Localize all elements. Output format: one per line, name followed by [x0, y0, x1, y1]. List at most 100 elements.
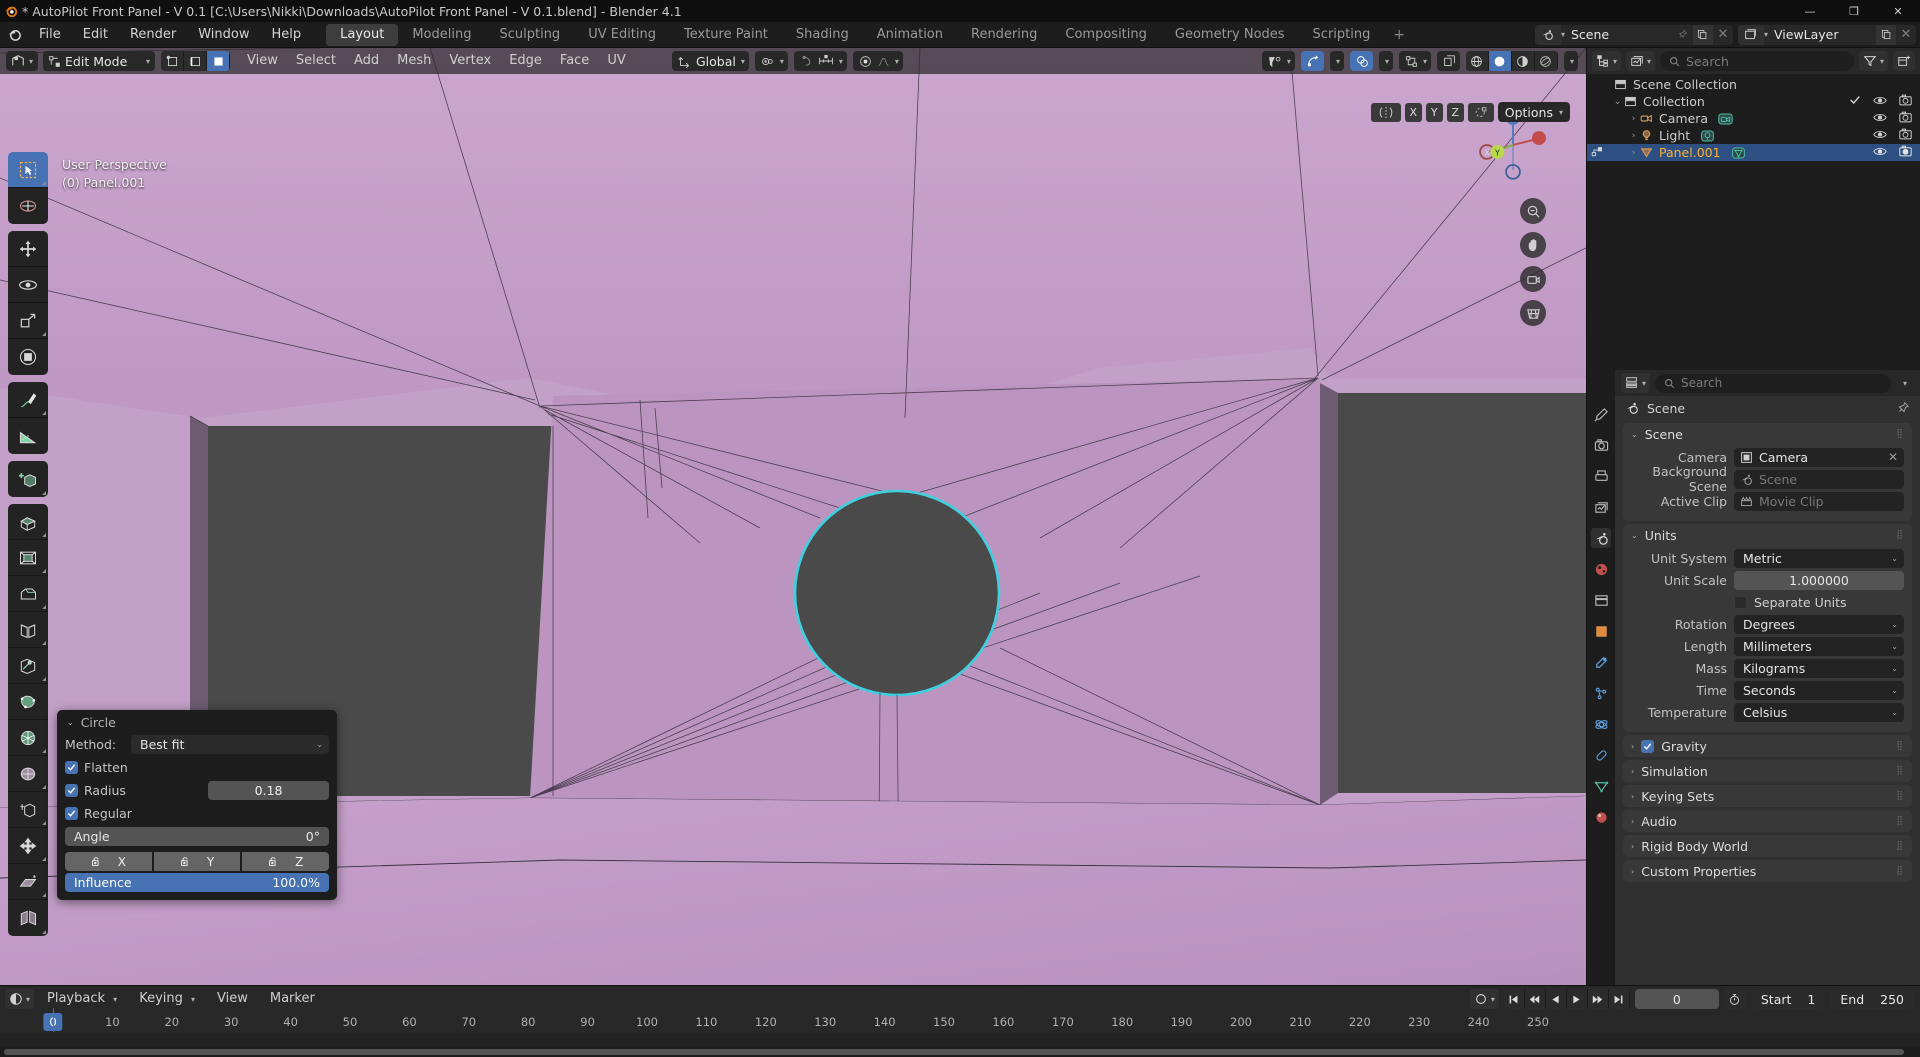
hide-in-viewport-icon[interactable] — [1873, 128, 1887, 143]
workspace-tab-scripting[interactable]: Scripting — [1299, 24, 1385, 46]
toggle-xray-button[interactable] — [1436, 51, 1460, 71]
auto-merge-icon[interactable] — [1467, 102, 1494, 122]
gravity-checkbox[interactable] — [1641, 739, 1655, 753]
camera-view-icon[interactable] — [1520, 266, 1546, 292]
edge-select-button[interactable] — [184, 51, 208, 71]
move-tool-button[interactable] — [8, 231, 48, 267]
face-select-button[interactable] — [207, 51, 231, 71]
mirror-y-button[interactable]: Y — [1425, 102, 1443, 122]
viewport-menu-view[interactable]: View — [238, 48, 287, 74]
menu-window[interactable]: Window — [187, 22, 260, 48]
method-dropdown[interactable]: Best fit ⌄ — [131, 734, 329, 754]
operator-redo-panel[interactable]: ⌄ Circle Method: Best fit ⌄ Flatten Radi… — [57, 710, 337, 900]
properties-editor-type-button[interactable]: ▾ — [1621, 373, 1651, 393]
visibility-selector[interactable]: ▾ — [1261, 51, 1295, 71]
mirror-z-button[interactable]: Z — [1446, 102, 1464, 122]
viewport-menu-select[interactable]: Select — [287, 48, 345, 74]
mirror-x-button[interactable]: X — [1404, 102, 1422, 122]
disable-in-renders-icon[interactable] — [1899, 145, 1912, 160]
pin-scene-icon[interactable] — [1672, 24, 1693, 45]
radius-value-field[interactable]: 0.18 — [208, 780, 329, 800]
smooth-tool-button[interactable] — [8, 756, 48, 792]
scene-panel-header[interactable]: ⌄ Scene ⣿ — [1623, 423, 1912, 445]
simulation-expand-icon[interactable]: › — [1631, 767, 1634, 776]
maximize-button[interactable]: ❐ — [1832, 0, 1876, 22]
outliner-editor-type-button[interactable]: ▾ — [1592, 51, 1622, 71]
material-preview-shading-button[interactable] — [1511, 51, 1535, 71]
operator-panel-header[interactable]: ⌄ Circle — [57, 710, 337, 734]
workspace-tab-texture-paint[interactable]: Texture Paint — [670, 24, 782, 46]
viewport-menu-face[interactable]: Face — [551, 48, 598, 74]
properties-tab-scene[interactable] — [1591, 528, 1611, 548]
gravity-expand-icon[interactable]: › — [1631, 742, 1634, 751]
shrink-fatten-tool-button[interactable] — [8, 828, 48, 864]
properties-tab-collection[interactable] — [1591, 590, 1611, 610]
jump-to-start-button[interactable] — [1504, 989, 1525, 1009]
outliner-row-camera[interactable]: › Camera — [1587, 110, 1920, 127]
timeline-menu-keying[interactable]: Keying ▾ — [130, 986, 204, 1012]
vertex-select-button[interactable] — [161, 51, 185, 71]
properties-tab-render[interactable] — [1591, 435, 1611, 455]
minimize-button[interactable]: — — [1788, 0, 1832, 22]
disable-in-renders-icon[interactable] — [1899, 94, 1912, 109]
properties-tab-tool[interactable] — [1591, 404, 1611, 424]
timeline-editor-type-button[interactable]: ▾ — [5, 989, 35, 1009]
workspace-tab-modeling[interactable]: Modeling — [398, 24, 485, 46]
outliner-row-light[interactable]: › Light — [1587, 127, 1920, 144]
length-dropdown[interactable]: Millimeters ⌄ — [1734, 636, 1904, 656]
menu-help[interactable]: Help — [261, 22, 313, 48]
background-scene-field[interactable]: Scene — [1734, 469, 1904, 489]
properties-tab-modifier[interactable] — [1591, 652, 1611, 672]
rip-region-tool-button[interactable] — [8, 900, 48, 936]
start-frame-field[interactable]: Start 1 — [1750, 989, 1826, 1009]
properties-tab-world[interactable] — [1591, 559, 1611, 579]
timeline-menu-playback[interactable]: Playback ▾ — [38, 986, 126, 1012]
properties-editor[interactable]: ▾ Search ▾ Scene ⌄ Scene ⣿ Camera Camera… — [1586, 370, 1920, 985]
camera-data-icon[interactable] — [1718, 112, 1733, 126]
current-frame-field[interactable]: 0 — [1634, 989, 1719, 1009]
workspace-tab-shading[interactable]: Shading — [782, 24, 863, 46]
poly-build-tool-button[interactable] — [8, 684, 48, 720]
editor-type-selector[interactable]: ▾ — [6, 51, 39, 71]
separate-units-checkbox[interactable] — [1734, 595, 1747, 609]
xray-toggle[interactable]: ▾ — [1398, 51, 1431, 71]
3d-viewport[interactable]: ▾ Edit Mode ▾ View Select Add Mesh Verte… — [0, 48, 1586, 985]
properties-tab-output[interactable] — [1591, 466, 1611, 486]
expand-light-icon[interactable]: › — [1627, 131, 1640, 141]
transform-orientation-selector[interactable]: Global ▾ — [672, 51, 749, 71]
outliner-filter-button[interactable]: ▾ — [1858, 51, 1888, 71]
loop-cut-tool-button[interactable] — [8, 612, 48, 648]
expand-camera-icon[interactable]: › — [1627, 114, 1640, 124]
timeline-ruler[interactable]: 0102030405060708090100110120130140150160… — [0, 1012, 1920, 1034]
overlays-toggle[interactable] — [1349, 51, 1373, 71]
outliner-row-collection[interactable]: ⌄ Collection — [1587, 93, 1920, 110]
bevel-tool-button[interactable] — [8, 576, 48, 612]
interaction-mode-selector[interactable]: Edit Mode ▾ — [43, 51, 156, 71]
transform-tool-button[interactable] — [8, 339, 48, 375]
menu-file[interactable]: File — [28, 22, 72, 48]
move-view-icon[interactable] — [1520, 232, 1546, 258]
close-button[interactable]: ✕ — [1876, 0, 1920, 22]
use-preview-range-icon[interactable] — [1723, 989, 1746, 1009]
blender-menu-icon[interactable] — [0, 27, 28, 42]
scene-name[interactable]: Scene — [1564, 24, 1673, 45]
workspace-tab-animation[interactable]: Animation — [863, 24, 957, 46]
outliner-row-panel001[interactable]: › Panel.001 — [1587, 144, 1920, 161]
snap-pivot-selector[interactable]: ▾ — [754, 51, 788, 71]
new-scene-icon[interactable] — [1692, 24, 1713, 45]
spin-tool-button[interactable] — [8, 720, 48, 756]
expand-panel-icon[interactable]: › — [1627, 148, 1640, 158]
properties-tab-object[interactable] — [1591, 621, 1611, 641]
outliner-row-scene-collection[interactable]: Scene Collection — [1587, 76, 1920, 93]
units-panel-header[interactable]: ⌄ Units ⣿ — [1623, 524, 1912, 546]
properties-options-icon[interactable]: ▾ — [1896, 379, 1914, 388]
properties-tab-constraints[interactable] — [1591, 745, 1611, 765]
menu-render[interactable]: Render — [119, 22, 187, 48]
add-cube-tool-button[interactable] — [8, 461, 48, 497]
custom-properties-panel-header[interactable]: › Custom Properties ⣿ — [1623, 860, 1912, 882]
units-panel-collapse-icon[interactable]: ⌄ — [1631, 531, 1638, 540]
auto-keying-toggle[interactable]: ▾ — [1469, 989, 1499, 1009]
add-workspace-button[interactable]: + — [1384, 27, 1414, 43]
inset-faces-tool-button[interactable] — [8, 540, 48, 576]
outliner-new-collection-button[interactable] — [1893, 51, 1915, 71]
